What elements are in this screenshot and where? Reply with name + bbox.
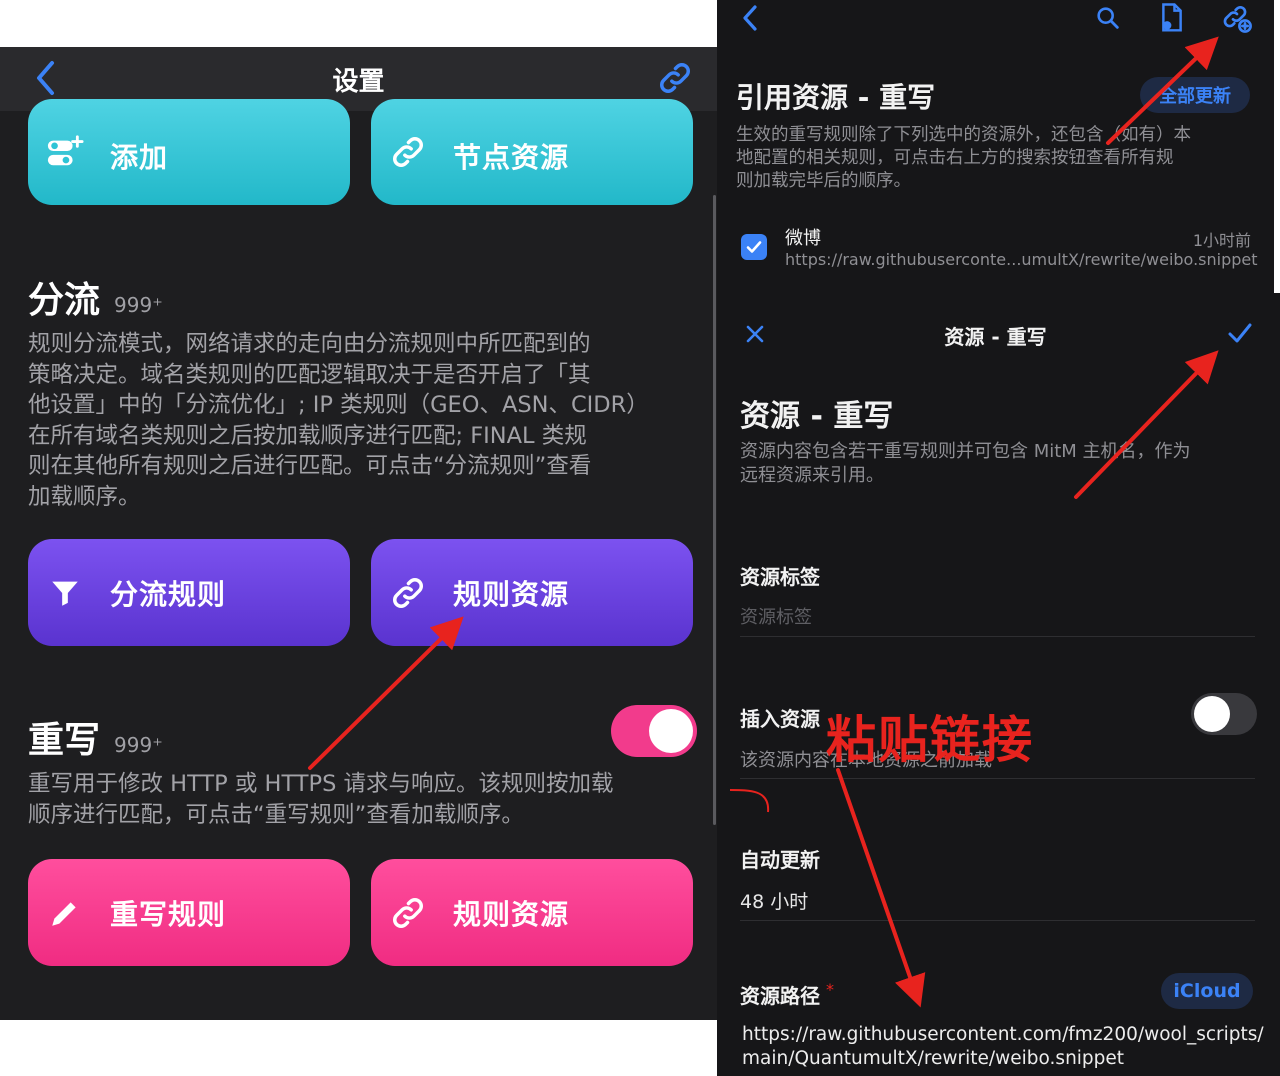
- rewrite-rules-button[interactable]: 重写规则: [28, 859, 350, 966]
- resource-url: https://raw.githubuserconte...umultX/rew…: [785, 250, 1258, 269]
- insert-label: 插入资源: [740, 707, 820, 731]
- tag-label: 资源标签: [740, 565, 820, 589]
- split-rule-resource-button[interactable]: 规则资源: [371, 539, 693, 646]
- scrollbar[interactable]: [713, 195, 716, 825]
- page-title: 资源 - 重写: [740, 399, 894, 434]
- icloud-button[interactable]: iCloud: [1161, 973, 1253, 1009]
- page-title: 设置: [332, 67, 385, 97]
- back-chevron-icon[interactable]: [741, 4, 759, 36]
- checkmark-icon: [746, 241, 762, 253]
- rewrite-description: 重写用于修改 HTTP 或 HTTPS 请求与响应。该规则按加载 顺序进行匹配，…: [28, 771, 614, 828]
- link-icon: [389, 133, 427, 171]
- path-header: 资源路径 *: [740, 980, 834, 1009]
- confirm-check-icon[interactable]: [1227, 321, 1253, 349]
- node-resource-label: 节点资源: [453, 141, 570, 174]
- rewrite-rule-resource-label: 规则资源: [453, 897, 570, 931]
- pencil-icon: [46, 894, 84, 932]
- link-icon: [389, 894, 427, 932]
- toggle-knob: [649, 709, 693, 753]
- split-description: 规则分流模式，网络请求的走向由分流规则中所匹配到的 策略决定。域名类规则的匹配逻…: [28, 331, 649, 510]
- settings-panel: 设置 添加 节点资源 分流 999⁺ 规则分流模式，网络请求的走向由分流规则中所…: [0, 47, 717, 1020]
- link-icon[interactable]: [656, 59, 694, 101]
- nav-title: 资源 - 重写: [944, 325, 1047, 349]
- resource-edit-panel: 资源 - 重写 资源 - 重写 资源内容包含若干重写规则并可包含 MitM 主机…: [717, 293, 1280, 1076]
- add-button-label: 添加: [110, 141, 169, 174]
- auto-update-value[interactable]: 48 小时: [740, 887, 808, 914]
- node-resource-button[interactable]: 节点资源: [371, 99, 693, 205]
- rewrite-count-badge: 999⁺: [114, 733, 163, 757]
- referenced-resources-panel: 引用资源 - 重写 全部更新 生效的重写规则除了下列选中的资源外，还包含（如有）…: [717, 0, 1274, 293]
- file-settings-icon[interactable]: [1157, 2, 1187, 38]
- tag-input[interactable]: 资源标签: [740, 603, 1255, 633]
- auto-update-label: 自动更新: [740, 848, 820, 872]
- resource-time: 1小时前: [1192, 231, 1251, 250]
- split-rules-label: 分流规则: [110, 577, 227, 611]
- update-all-button[interactable]: 全部更新: [1140, 77, 1250, 113]
- path-label: 资源路径: [740, 984, 820, 1008]
- page-description: 生效的重写规则除了下列选中的资源外，还包含（如有）本 地配置的相关规则，可点击右…: [736, 125, 1191, 191]
- rewrite-rule-resource-button[interactable]: 规则资源: [371, 859, 693, 966]
- split-rules-button[interactable]: 分流规则: [28, 539, 350, 646]
- rewrite-rules-label: 重写规则: [110, 897, 227, 931]
- divider: [740, 636, 1255, 637]
- link-icon: [389, 574, 427, 612]
- divider: [740, 920, 1255, 921]
- toggle-knob: [1194, 696, 1230, 732]
- divider: [740, 778, 1255, 779]
- resource-checkbox[interactable]: [741, 234, 767, 260]
- split-title: 分流: [28, 280, 101, 321]
- add-button[interactable]: 添加: [28, 99, 350, 205]
- required-asterisk: *: [826, 980, 834, 999]
- page-description: 资源内容包含若干重写规则并可包含 MitM 主机名，作为 远程资源来引用。: [740, 441, 1191, 486]
- rewrite-title: 重写: [28, 720, 101, 761]
- filter-icon: [46, 574, 84, 612]
- resource-name: 微博: [785, 228, 821, 249]
- rewrite-header: 重写 999⁺: [28, 711, 163, 763]
- search-icon[interactable]: [1094, 4, 1122, 36]
- paste-link-annotation: 粘贴链接: [826, 711, 1034, 769]
- page-title: 引用资源 - 重写: [736, 81, 936, 114]
- insert-toggle[interactable]: [1191, 693, 1257, 735]
- add-toggle-icon: [46, 133, 84, 171]
- path-input[interactable]: https://raw.githubusercontent.com/fmz200…: [742, 1023, 1264, 1071]
- add-link-icon[interactable]: [1221, 2, 1253, 38]
- split-rule-resource-label: 规则资源: [453, 577, 570, 611]
- rewrite-toggle[interactable]: [611, 705, 697, 757]
- split-header: 分流 999⁺: [28, 271, 163, 323]
- split-count-badge: 999⁺: [114, 293, 163, 317]
